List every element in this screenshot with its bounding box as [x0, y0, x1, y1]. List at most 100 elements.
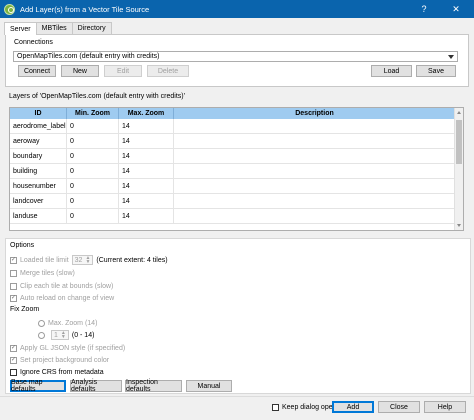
cell-id: building — [10, 164, 67, 179]
options-label: Options — [10, 242, 35, 249]
cell-max-zoom: 14 — [119, 164, 174, 179]
cell-description — [174, 134, 455, 149]
spin-arrows-icon[interactable]: ▲ ▼ — [61, 331, 66, 340]
layers-table: ID Min. Zoom Max. Zoom Description aerod… — [9, 107, 464, 231]
current-extent-label: (Current extent: 4 tiles) — [96, 256, 168, 264]
inspection-defaults-button[interactable]: Inspection defaults — [125, 379, 182, 393]
clip-tiles-label: Clip each tile at bounds (slow) — [20, 282, 114, 290]
scroll-up-icon[interactable] — [457, 111, 461, 114]
scroll-down-icon[interactable] — [457, 224, 461, 227]
set-bg-label: Set project background color — [20, 356, 110, 364]
title-bar: Add Layer(s) from a Vector Tile Source ?… — [0, 0, 474, 18]
table-row[interactable]: boundary 0 14 — [10, 149, 455, 164]
cell-id: landuse — [10, 209, 67, 224]
cell-id: aeroway — [10, 134, 67, 149]
close-window-button[interactable]: ✕ — [442, 0, 470, 18]
auto-reload-label: Auto reload on change of view — [20, 294, 115, 302]
manual-button[interactable]: Manual — [186, 380, 232, 392]
qgis-app-icon — [4, 3, 15, 15]
apply-gl-checkbox[interactable] — [10, 344, 17, 352]
zoom-range-label: (0 - 14) — [71, 331, 95, 339]
ignore-crs-row: Ignore CRS from metadata — [10, 367, 104, 377]
keep-open-checkbox[interactable] — [272, 403, 279, 411]
zoom-level-row: 1 ▲ ▼ (0 - 14) — [38, 330, 94, 340]
column-header-description[interactable]: Description — [174, 108, 455, 119]
table-row[interactable]: landcover 0 14 — [10, 194, 455, 209]
table-row[interactable]: housenumber 0 14 — [10, 179, 455, 194]
tab-directory[interactable]: Directory — [71, 22, 112, 34]
cell-max-zoom: 14 — [119, 134, 174, 149]
cell-min-zoom: 0 — [67, 179, 119, 194]
base-map-defaults-button[interactable]: Base map defaults — [10, 379, 66, 393]
fix-zoom-label: Fix Zoom — [10, 306, 40, 313]
spin-arrows-icon[interactable]: ▲ ▼ — [85, 256, 90, 265]
help-button[interactable]: Help — [424, 401, 466, 413]
column-header-min-zoom[interactable]: Min. Zoom — [67, 108, 119, 119]
connection-selected-value: OpenMapTiles.com (default entry with cre… — [17, 53, 160, 60]
table-scrollbar[interactable] — [454, 108, 463, 230]
save-connections-button[interactable]: Save — [416, 65, 456, 77]
cell-max-zoom: 14 — [119, 149, 174, 164]
table-row[interactable]: landuse 0 14 — [10, 209, 455, 224]
chevron-down-icon — [448, 55, 454, 59]
table-row[interactable]: aerodrome_label 0 14 — [10, 119, 455, 134]
delete-connection-button[interactable]: Delete — [147, 65, 189, 77]
cell-description — [174, 194, 455, 209]
window-title: Add Layer(s) from a Vector Tile Source — [20, 4, 150, 14]
load-connections-button[interactable]: Load — [371, 65, 412, 77]
cell-id: housenumber — [10, 179, 67, 194]
cell-id: aerodrome_label — [10, 119, 67, 134]
tab-mbtiles[interactable]: MBTiles — [35, 22, 73, 34]
tile-limit-row: Loaded tile limit 32 ▲▼ (Current extent:… — [10, 255, 168, 265]
column-header-id[interactable]: ID — [10, 108, 67, 119]
cell-description — [174, 179, 455, 194]
cell-max-zoom: 14 — [119, 194, 174, 209]
connect-button[interactable]: Connect — [18, 65, 56, 77]
cell-min-zoom: 0 — [67, 164, 119, 179]
analysis-defaults-button[interactable]: Analysis defaults — [70, 379, 122, 393]
apply-gl-row: Apply GL JSON style (if specified) — [10, 343, 125, 353]
clip-tiles-checkbox[interactable] — [10, 282, 17, 290]
clip-tiles-row: Clip each tile at bounds (slow) — [10, 281, 113, 291]
merge-tiles-checkbox[interactable] — [10, 269, 17, 277]
merge-tiles-label: Merge tiles (slow) — [20, 269, 75, 277]
cell-id: landcover — [10, 194, 67, 209]
tile-limit-spinbox[interactable]: 32 ▲ ▼ — [71, 255, 94, 265]
scroll-thumb[interactable] — [456, 120, 462, 164]
cell-max-zoom: 14 — [119, 209, 174, 224]
cell-min-zoom: 0 — [67, 119, 119, 134]
close-button[interactable]: Close — [378, 401, 420, 413]
tile-limit-checkbox[interactable] — [10, 256, 17, 264]
connection-select[interactable]: OpenMapTiles.com (default entry with cre… — [13, 51, 458, 62]
zoom-level-spinbox[interactable]: 1 ▲ ▼ — [51, 330, 69, 340]
edit-connection-button[interactable]: Edit — [104, 65, 142, 77]
layers-label: Layers of 'OpenMapTiles.com (default ent… — [9, 93, 185, 100]
auto-reload-row: Auto reload on change of view — [10, 293, 114, 303]
cell-max-zoom: 14 — [119, 119, 174, 134]
cell-description — [174, 149, 455, 164]
cell-min-zoom: 0 — [67, 209, 119, 224]
ignore-crs-label: Ignore CRS from metadata — [20, 368, 104, 376]
max-zoom-radio[interactable] — [38, 319, 45, 327]
zoom-level-value: 1 — [54, 331, 58, 339]
cell-min-zoom: 0 — [67, 194, 119, 209]
zoom-level-radio[interactable] — [38, 331, 45, 339]
auto-reload-checkbox[interactable] — [10, 294, 17, 302]
table-row[interactable]: building 0 14 — [10, 164, 455, 179]
column-header-max-zoom[interactable]: Max. Zoom — [119, 108, 174, 119]
cell-min-zoom: 0 — [67, 134, 119, 149]
cell-min-zoom: 0 — [67, 149, 119, 164]
tab-server[interactable]: Server — [4, 22, 37, 35]
help-title-button[interactable]: ? — [410, 0, 438, 18]
source-tabs: Server MBTiles Directory — [4, 22, 112, 35]
ignore-crs-checkbox[interactable] — [10, 368, 17, 376]
new-connection-button[interactable]: New — [61, 65, 99, 77]
cell-description — [174, 209, 455, 224]
add-button[interactable]: Add — [332, 401, 374, 413]
cell-max-zoom: 14 — [119, 179, 174, 194]
table-row[interactable]: aeroway 0 14 — [10, 134, 455, 149]
cell-id: boundary — [10, 149, 67, 164]
set-bg-checkbox[interactable] — [10, 356, 17, 364]
tile-limit-value: 32 — [74, 256, 83, 264]
max-zoom-label: Max. Zoom (14) — [48, 319, 98, 327]
